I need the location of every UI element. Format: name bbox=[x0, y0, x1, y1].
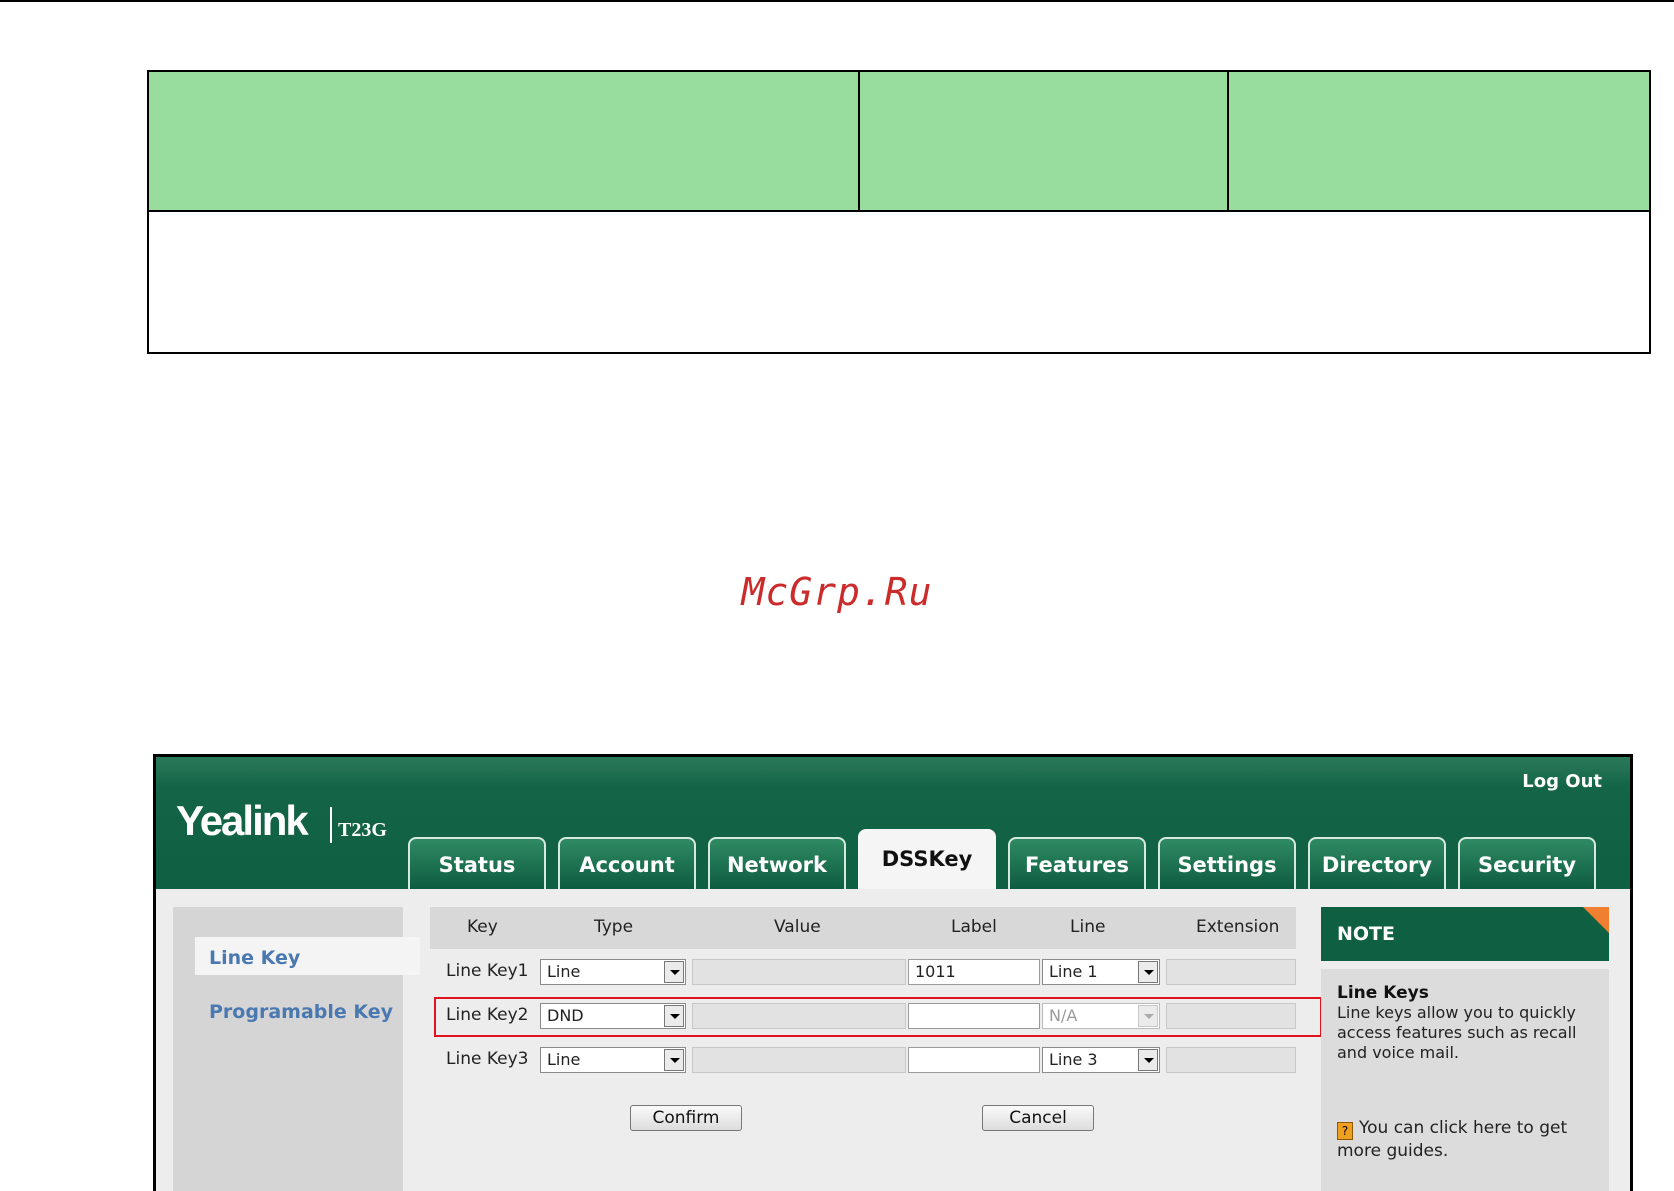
confirm-button[interactable]: Confirm bbox=[630, 1105, 742, 1131]
column-header-line: Line bbox=[1070, 917, 1106, 937]
line-select-value: Line 3 bbox=[1049, 1050, 1098, 1069]
content-area: Line Key Programable Key Key Type Value … bbox=[156, 889, 1630, 1191]
header-bar: Yealink T23G Log Out Status Account Netw… bbox=[156, 757, 1630, 891]
tab-status[interactable]: Status bbox=[408, 837, 546, 889]
note-panel: NOTE Line Keys Line keys allow you to qu… bbox=[1321, 907, 1609, 1191]
value-field[interactable] bbox=[692, 959, 906, 985]
watermark: McGrp.Ru bbox=[741, 570, 933, 614]
note-title: Line Keys bbox=[1337, 983, 1429, 1003]
top-rule bbox=[0, 0, 1674, 2]
table-header: Key Type Value Label Line Extension bbox=[430, 907, 1296, 949]
tab-security[interactable]: Security bbox=[1458, 837, 1596, 889]
extension-field[interactable] bbox=[1166, 1047, 1296, 1073]
guide-text: You can click here to get more guides. bbox=[1337, 1118, 1568, 1161]
note-text: Line keys allow you to quickly access fe… bbox=[1337, 1003, 1577, 1062]
note-corner-icon bbox=[1583, 907, 1609, 933]
tab-settings[interactable]: Settings bbox=[1158, 837, 1296, 889]
guide-link[interactable]: ? You can click here to get more guides. bbox=[1337, 1117, 1587, 1163]
label-field[interactable] bbox=[908, 1047, 1040, 1073]
note-body: Line Keys Line keys allow you to quickly… bbox=[1321, 969, 1609, 1191]
type-select-value: Line bbox=[547, 962, 581, 981]
logo-separator bbox=[330, 807, 332, 843]
type-select[interactable]: Line bbox=[540, 959, 686, 985]
sidebar-item-programable-key[interactable]: Programable Key bbox=[209, 1001, 393, 1023]
yealink-web-ui-screenshot: Yealink T23G Log Out Status Account Netw… bbox=[153, 754, 1633, 1191]
document-table-header-cell bbox=[860, 72, 1229, 210]
tab-network[interactable]: Network bbox=[708, 837, 846, 889]
sidebar-item-line-key[interactable]: Line Key bbox=[209, 947, 300, 969]
document-table-header-cell bbox=[149, 72, 860, 210]
line-select-value: Line 1 bbox=[1049, 962, 1098, 981]
document-table bbox=[147, 70, 1651, 354]
tab-dsskey[interactable]: DSSKey bbox=[858, 829, 996, 891]
note-header: NOTE bbox=[1321, 907, 1609, 961]
sidebar: Line Key Programable Key bbox=[173, 907, 420, 1191]
yealink-logo: Yealink bbox=[176, 797, 309, 844]
column-header-label: Label bbox=[951, 917, 997, 937]
column-header-value: Value bbox=[774, 917, 821, 937]
column-header-extension: Extension bbox=[1196, 917, 1280, 937]
model-label: T23G bbox=[338, 819, 387, 841]
logout-link[interactable]: Log Out bbox=[1522, 771, 1602, 792]
tab-directory[interactable]: Directory bbox=[1308, 837, 1446, 889]
tab-features[interactable]: Features bbox=[1008, 837, 1146, 889]
label-field[interactable]: 1011 bbox=[908, 959, 1040, 985]
help-icon: ? bbox=[1337, 1122, 1353, 1140]
extension-field[interactable] bbox=[1166, 959, 1296, 985]
document-table-header-cell bbox=[1229, 72, 1649, 210]
dropdown-arrow-icon bbox=[664, 961, 684, 983]
dropdown-arrow-icon bbox=[664, 1049, 684, 1071]
dropdown-arrow-icon bbox=[1138, 1049, 1158, 1071]
cancel-button[interactable]: Cancel bbox=[982, 1105, 1094, 1131]
column-header-type: Type bbox=[594, 917, 634, 937]
type-select[interactable]: Line bbox=[540, 1047, 686, 1073]
highlight-box bbox=[434, 997, 1322, 1037]
line-select[interactable]: Line 1 bbox=[1042, 959, 1160, 985]
value-field[interactable] bbox=[692, 1047, 906, 1073]
dropdown-arrow-icon bbox=[1138, 961, 1158, 983]
tab-account[interactable]: Account bbox=[558, 837, 696, 889]
line-select[interactable]: Line 3 bbox=[1042, 1047, 1160, 1073]
document-table-header bbox=[149, 72, 1649, 212]
type-select-value: Line bbox=[547, 1050, 581, 1069]
row-key-label: Line Key3 bbox=[446, 1049, 529, 1069]
column-header-key: Key bbox=[467, 917, 498, 937]
row-key-label: Line Key1 bbox=[446, 961, 529, 981]
